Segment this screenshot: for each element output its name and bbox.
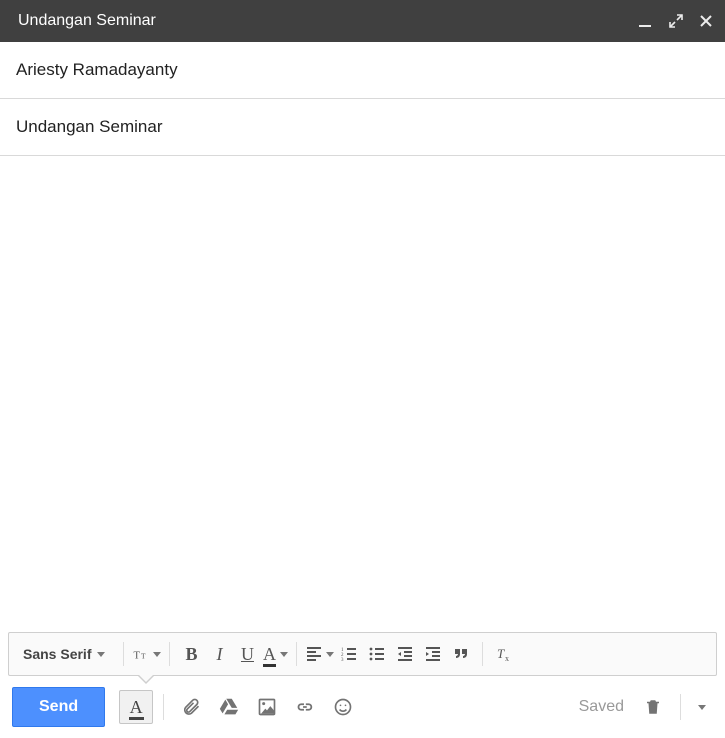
more-options-button[interactable] — [691, 690, 713, 724]
message-body[interactable] — [0, 156, 725, 632]
expand-icon[interactable] — [669, 14, 683, 28]
to-value: Ariesty Ramadayanty — [16, 60, 178, 79]
remove-formatting-button[interactable]: Tx — [491, 640, 517, 668]
separator — [482, 642, 483, 666]
caret-down-icon — [97, 652, 105, 657]
separator — [123, 642, 124, 666]
send-button[interactable]: Send — [12, 687, 105, 727]
discard-draft-button[interactable] — [636, 690, 670, 724]
window-controls — [639, 14, 713, 28]
align-button[interactable] — [305, 640, 334, 668]
subject-field[interactable]: Undangan Seminar — [0, 99, 725, 156]
insert-emoji-button[interactable] — [326, 690, 360, 724]
subject-value: Undangan Seminar — [16, 117, 162, 136]
compose-header: Undangan Seminar — [0, 0, 725, 42]
format-toolbar-wrap: Sans Serif T T B I U A — [0, 632, 725, 676]
separator — [169, 642, 170, 666]
numbered-list-button[interactable]: 123 — [336, 640, 362, 668]
font-family-select[interactable]: Sans Serif — [17, 640, 115, 668]
close-icon[interactable] — [699, 14, 713, 28]
insert-drive-button[interactable] — [212, 690, 246, 724]
to-field[interactable]: Ariesty Ramadayanty — [0, 42, 725, 99]
minimize-icon[interactable] — [639, 14, 653, 28]
compose-title: Undangan Seminar — [18, 12, 639, 30]
text-color-button[interactable]: A — [262, 640, 288, 668]
font-family-label: Sans Serif — [23, 646, 91, 662]
svg-text:x: x — [505, 654, 509, 663]
indent-less-button[interactable] — [392, 640, 418, 668]
svg-text:3: 3 — [341, 658, 344, 663]
compose-action-bar: Send A Saved — [0, 676, 725, 738]
caret-down-icon — [153, 652, 161, 657]
attach-file-button[interactable] — [174, 690, 208, 724]
saved-status: Saved — [579, 698, 624, 716]
svg-text:T: T — [141, 652, 146, 661]
separator — [296, 642, 297, 666]
caret-down-icon — [698, 705, 706, 710]
insert-link-button[interactable] — [288, 690, 322, 724]
bullet-list-button[interactable] — [364, 640, 390, 668]
format-toolbar: Sans Serif T T B I U A — [8, 632, 717, 676]
separator — [163, 694, 164, 720]
separator — [680, 694, 681, 720]
caret-down-icon — [326, 652, 334, 657]
italic-button[interactable]: I — [206, 640, 232, 668]
underline-button[interactable]: U — [234, 640, 260, 668]
svg-text:T: T — [134, 651, 141, 662]
quote-button[interactable] — [448, 640, 474, 668]
caret-down-icon — [280, 652, 288, 657]
bold-button[interactable]: B — [178, 640, 204, 668]
font-size-button[interactable]: T T — [132, 640, 161, 668]
toggle-formatting-button[interactable]: A — [119, 690, 153, 724]
insert-photo-button[interactable] — [250, 690, 284, 724]
indent-more-button[interactable] — [420, 640, 446, 668]
svg-text:T: T — [497, 646, 505, 661]
